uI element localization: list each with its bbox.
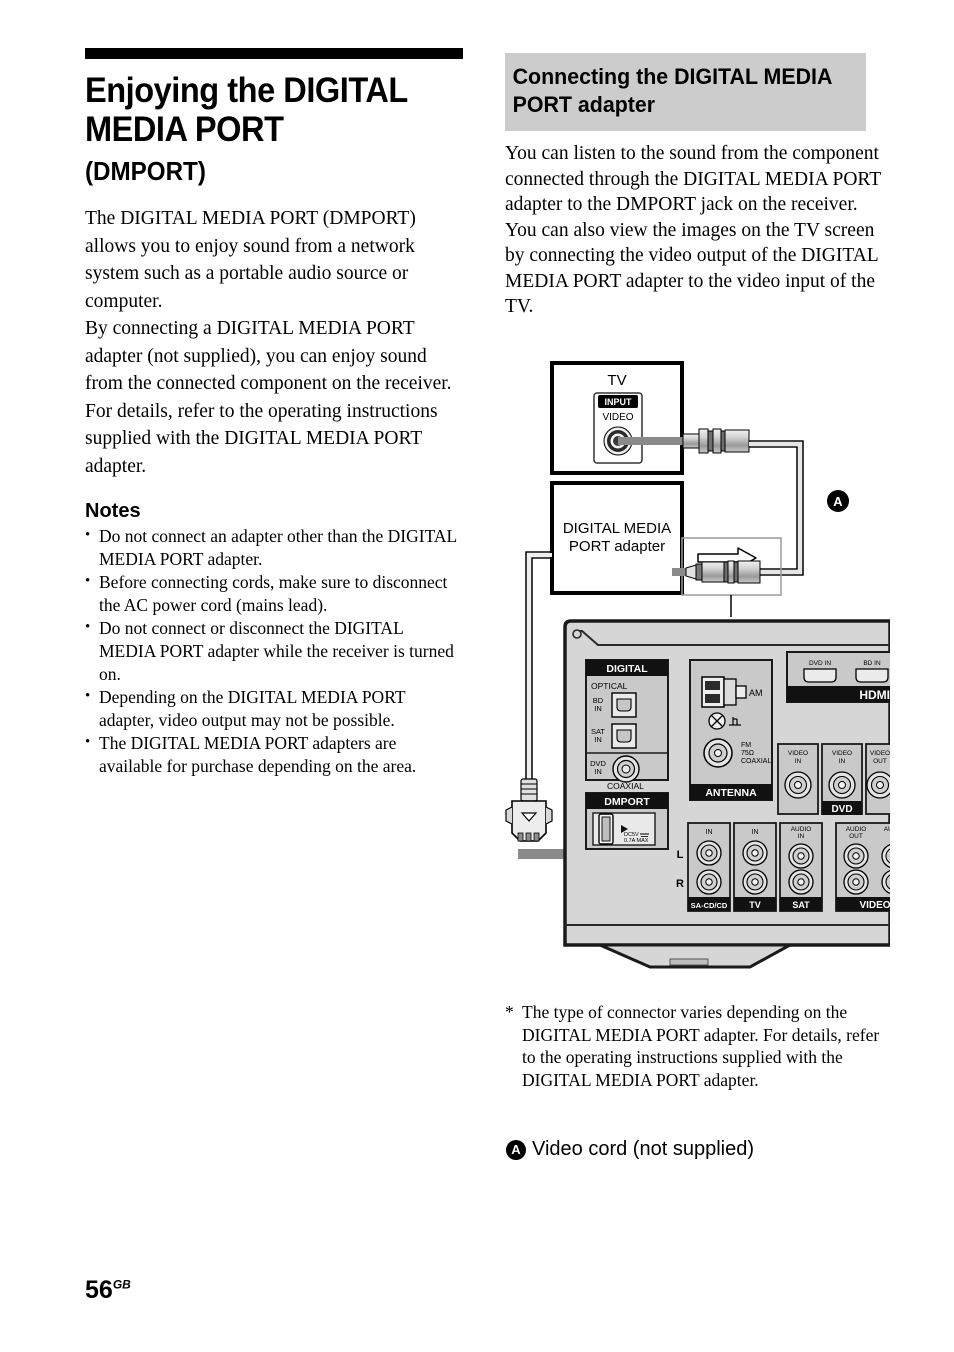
audio-in-label-l2: IN: [798, 833, 805, 840]
intro-paragraphs: The DIGITAL MEDIA PORT (DMPORT) allows y…: [85, 205, 463, 480]
hdmi-badge: HDMI: [859, 688, 890, 702]
video-out-label-l2: OUT: [873, 758, 887, 765]
callout-a: A: [827, 490, 849, 512]
page-number: 56GB: [85, 1276, 131, 1305]
audio-in-label-l1: AUDIO: [791, 826, 812, 833]
intro-paragraph-1: The DIGITAL MEDIA PORT (DMPORT) allows y…: [85, 208, 416, 312]
notes-heading: Notes: [85, 500, 141, 522]
note-item: Do not connect or disconnect the DIGITAL…: [85, 616, 463, 686]
channel-right-label: R: [676, 878, 684, 890]
receiver-rear-panel: DIGITAL OPTICAL BD IN SAT IN DVD IN COAX…: [563, 619, 890, 969]
dmport-spec-l2: 0.7A MAX: [624, 838, 649, 844]
fm-label-l1: FM: [741, 742, 751, 749]
left-column: Enjoying the DIGITAL MEDIA PORT (DMPORT)…: [85, 48, 463, 778]
audio-out-label-l2: OUT: [849, 833, 863, 840]
manual-page: Enjoying the DIGITAL MEDIA PORT (DMPORT)…: [0, 0, 954, 1352]
audio-out-label-l1: AUDIO: [846, 826, 867, 833]
page-title-line2: MEDIA PORT: [85, 110, 284, 149]
tv-input-badge: INPUT: [605, 397, 633, 407]
video-in-label-l1: VIDEO: [788, 750, 808, 757]
section-paragraphs: You can listen to the sound from the com…: [505, 141, 885, 320]
page-number-value: 56: [85, 1276, 113, 1304]
tv-video-label: VIDEO: [602, 412, 633, 423]
adapter-label-line2: PORT adapter: [569, 538, 665, 555]
in-label: IN: [706, 829, 713, 836]
video-plug-tv: [682, 428, 750, 454]
audio-jack-row: IN SA-CD/CD L R IN TV AUDIO IN SAT AUDIO…: [676, 822, 890, 912]
digital-jack-group: DIGITAL OPTICAL BD IN SAT IN DVD IN COAX…: [585, 659, 669, 791]
note-item: The DIGITAL MEDIA PORT adapters are avai…: [85, 731, 463, 778]
channel-left-label: L: [677, 849, 684, 861]
dmport-badge: DMPORT: [604, 796, 650, 808]
note-item: Do not connect an adapter other than the…: [85, 524, 463, 571]
video-badge: VIDEO: [859, 900, 890, 911]
antenna-jack-group: ANTENNA AM FM 75Ω COAXIAL: [689, 659, 773, 801]
chapter-rule: [85, 48, 463, 59]
fm-label-l2: 75Ω: [741, 750, 754, 757]
bd-in-label-l2: IN: [594, 704, 602, 713]
video-jack-row: VIDEO IN VIDEO IN DVD VIDEO OUT: [777, 743, 890, 815]
dvd-badge: DVD: [831, 804, 852, 815]
page-number-suffix: GB: [112, 1277, 131, 1292]
hdmi-bd-in-label: BD IN: [863, 660, 881, 667]
tv-device: TV INPUT VIDEO: [550, 361, 684, 475]
tv-badge: TV: [749, 900, 761, 910]
optical-label: OPTICAL: [591, 681, 628, 691]
sacd-badge: SA-CD/CD: [691, 901, 728, 910]
hdmi-jack-group: HDMI DVD IN BD IN: [786, 651, 890, 703]
intro-paragraph-3: For details, refer to the operating inst…: [85, 400, 438, 477]
legend-marker-a: A: [506, 1139, 526, 1160]
dmport-jack-group: DMPORT DC5V 0.7A MAX: [585, 792, 669, 850]
footnote-text: The type of connector varies depending o…: [522, 1002, 880, 1090]
diagram-footnote: * The type of connector varies depending…: [505, 1001, 885, 1091]
video-in-label-l2: IN: [839, 758, 846, 765]
footnote-marker: *: [505, 1002, 514, 1022]
sat-in-label-l2: IN: [594, 735, 602, 744]
notes-list: Do not connect an adapter other than the…: [85, 524, 463, 778]
right-column: Connecting the DIGITAL MEDIA PORT adapte…: [505, 53, 885, 320]
section-paragraph-1: You can listen to the sound from the com…: [505, 143, 881, 215]
page-title: Enjoying the DIGITAL MEDIA PORT: [85, 71, 437, 149]
audio-in-label-l1: AUDIO: [884, 826, 890, 833]
callout-a-label: A: [833, 494, 843, 509]
page-subtitle: (DMPORT): [85, 156, 206, 186]
digital-badge: DIGITAL: [606, 663, 648, 675]
dmport-adapter-device: DIGITAL MEDIA PORT adapter: [550, 481, 684, 595]
in-label: IN: [752, 829, 759, 836]
diagram-legend: A Video cord (not supplied): [506, 1138, 754, 1161]
antenna-badge: ANTENNA: [705, 787, 757, 799]
hdmi-dvd-in-label: DVD IN: [809, 660, 831, 667]
coaxial-label: COAXIAL: [607, 781, 644, 791]
section-heading: Connecting the DIGITAL MEDIA PORT adapte…: [505, 53, 866, 131]
section-paragraph-2: You can also view the images on the TV s…: [505, 219, 878, 318]
connection-diagram: TV INPUT VIDEO A DIGITAL MEDIA PORT adap…: [490, 355, 890, 995]
video-in-label-l1: VIDEO: [832, 750, 852, 757]
note-item: Depending on the DIGITAL MEDIA PORT adap…: [85, 685, 463, 732]
dvd-in-label-l2: IN: [594, 767, 602, 776]
note-item: Before connecting cords, make sure to di…: [85, 570, 463, 617]
intro-paragraph-2: By connecting a DIGITAL MEDIA PORT adapt…: [85, 318, 452, 394]
fm-label-l3: COAXIAL: [741, 758, 771, 765]
tv-label: TV: [607, 372, 626, 389]
video-out-label-l1: VIDEO: [870, 750, 890, 757]
video-in-label-l2: IN: [795, 758, 802, 765]
sat-badge: SAT: [792, 900, 810, 910]
page-title-line1: Enjoying the DIGITAL: [85, 71, 408, 110]
am-label: AM: [749, 688, 763, 698]
adapter-label-line1: DIGITAL MEDIA: [563, 520, 671, 537]
legend-label: Video cord (not supplied): [532, 1138, 754, 1160]
